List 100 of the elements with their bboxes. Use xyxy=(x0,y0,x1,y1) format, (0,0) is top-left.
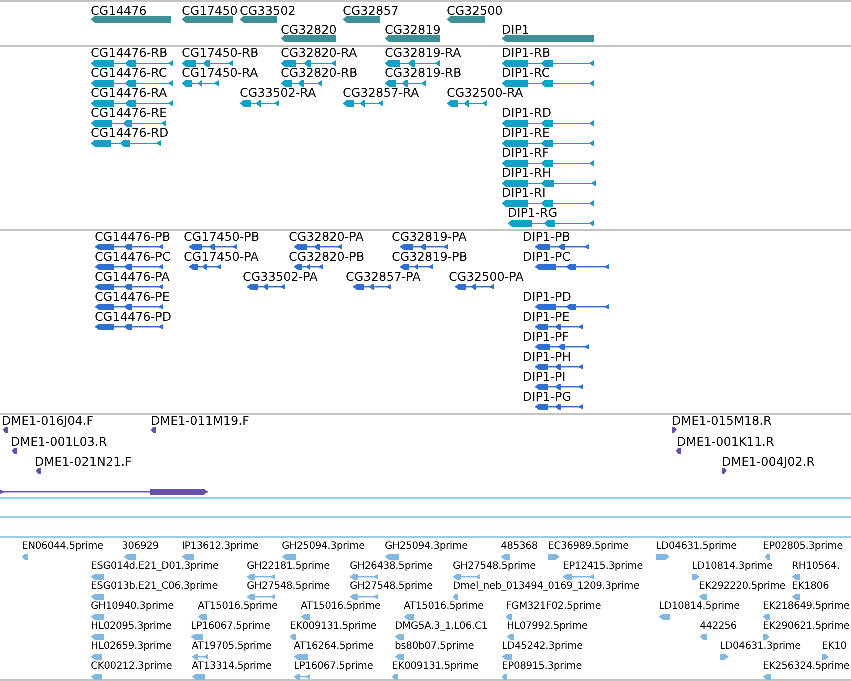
feature-label: CG14476-PB xyxy=(95,230,171,244)
feature-label: CG32500 xyxy=(447,4,503,18)
feature-label: 306929 xyxy=(122,541,159,553)
feature-label: HL02659.3prime xyxy=(91,641,172,653)
feature-label: EC36989.5prime xyxy=(548,541,629,553)
feature-label: HL07992.5prime xyxy=(507,621,588,633)
feature-label: LP16067.5prime xyxy=(191,621,270,633)
feature-label: CG17450-PA xyxy=(184,250,259,264)
feature-label: AT13314.5prime xyxy=(192,661,272,673)
feature-label: EK10 xyxy=(822,641,847,653)
feature-label: DIP1-PG xyxy=(523,390,572,404)
feature-label: DME1-016J04.F xyxy=(2,414,94,428)
feature-label: EK009131.5prime xyxy=(392,661,479,673)
feature-label: EP02805.3prime xyxy=(763,541,844,553)
feature-label: DIP1-RB xyxy=(502,46,551,60)
feature-label: CG32857-PA xyxy=(346,270,421,284)
feature-label: CG32819-RB xyxy=(385,66,462,80)
feature-label: CK00212.3prime xyxy=(91,661,172,673)
feature-label: AT16264.5prime xyxy=(294,641,374,653)
feature-label: DIP1-RD xyxy=(502,106,552,120)
feature-label: FGM321F02.5prime xyxy=(506,601,602,613)
feature-label: CG14476 xyxy=(91,4,147,18)
feature-label: CG32819-PA xyxy=(392,230,467,244)
feature-label: CG32819 xyxy=(385,23,441,37)
feature-label: AT15016.5prime xyxy=(198,601,278,613)
feature-label: DME1-011M19.F xyxy=(151,414,250,428)
feature-label: DME1-001L03.R xyxy=(11,434,108,448)
feature-label: DIP1-PD xyxy=(523,290,572,304)
feature-label: AT15016.5prime xyxy=(301,601,381,613)
feature-label: AT15016.5prime xyxy=(404,601,484,613)
feature-label: DME1-001K11.R xyxy=(677,434,774,448)
feature-label: CG32820-PA xyxy=(289,230,364,244)
feature-label: DIP1-RI xyxy=(502,186,546,200)
feature-label: CG32500-RA xyxy=(447,86,524,100)
feature-label: HL02095.3prime xyxy=(91,621,172,633)
feature-label: CG33502 xyxy=(240,4,296,18)
feature-label: CG32820-RB xyxy=(281,66,358,80)
feature-label: EK292220.5prime xyxy=(699,581,786,593)
feature-label: CG14476-PD xyxy=(95,310,172,324)
feature-label: DIP1 xyxy=(502,23,530,37)
feature-label: RH10564. xyxy=(792,561,840,573)
feature-label: CG14476-PA xyxy=(95,270,170,284)
feature-label: DIP1-RC xyxy=(502,66,550,80)
feature-label: CG14476-RE xyxy=(91,106,168,120)
feature-label: LD04631.5prime xyxy=(656,541,737,553)
feature-label: IP13612.3prime xyxy=(182,541,259,553)
feature-label: GH27548.5prime xyxy=(350,581,433,593)
feature-label: EK009131.5prime xyxy=(290,621,377,633)
feature-label: LD10814.3prime xyxy=(692,561,773,573)
feature-label: ESG013b.E21_C06.3prime xyxy=(91,581,218,593)
feature-label: CG32819-PB xyxy=(392,250,468,264)
feature-label: DIP1-RG xyxy=(508,206,558,220)
feature-label: EK256324.5prime xyxy=(763,661,850,673)
feature-label: CG14476-PC xyxy=(95,250,171,264)
feature-label: DIP1-RE xyxy=(502,126,550,140)
feature-label: CG33502-RA xyxy=(240,86,316,100)
feature-label: DIP1-PF xyxy=(523,330,570,344)
feature-label: CG32820-RA xyxy=(281,46,358,60)
feature-label: DIP1-RH xyxy=(502,166,552,180)
feature-label: EP12415.3prime xyxy=(563,561,644,573)
feature-label: DIP1-RF xyxy=(502,146,550,160)
feature-label: CG32820-PB xyxy=(289,250,365,264)
feature-label: AT19705.5prime xyxy=(192,641,272,653)
feature-label: CG17450-RB xyxy=(182,46,259,60)
feature-label: CG17450-PB xyxy=(184,230,260,244)
feature-label: DME1-004J02.R xyxy=(722,455,816,469)
feature-label: DIP1-PH xyxy=(523,350,572,364)
feature-label: CG14476-RA xyxy=(91,86,168,100)
feature-label: EK1806 xyxy=(792,581,830,593)
feature-label: CG14476-RD xyxy=(91,126,169,140)
feature-label: 442256 xyxy=(700,621,737,633)
feature-label: DIP1-PB xyxy=(523,230,570,244)
feature-label: DME1-015M18.R xyxy=(672,414,772,428)
feature-label: CG17450-RA xyxy=(182,66,258,80)
feature-label: CG17450 xyxy=(182,4,238,18)
feature-label: GH27548.5prime xyxy=(247,581,330,593)
feature-label: DIP1-PI xyxy=(523,370,566,384)
feature-label: EN06044.5prime xyxy=(22,541,104,553)
feature-label: EP08915.3prime xyxy=(502,661,582,673)
feature-label: Dmel_neb_013494_0169_1209.3prime xyxy=(453,581,640,593)
feature-label: 485368 xyxy=(501,541,538,553)
feature-label: CG32500-PA xyxy=(449,270,524,284)
feature-label: CG14476-PE xyxy=(95,290,170,304)
feature-label: GH10940.3prime xyxy=(91,601,174,613)
feature-label: EK218649.5prime xyxy=(763,601,850,613)
feature-label: EK290621.5prime xyxy=(763,621,850,633)
feature-label: CG32820 xyxy=(281,23,337,37)
feature-label: CG14476-RC xyxy=(91,66,168,80)
feature-label: DIP1-PE xyxy=(523,310,570,324)
feature-label: DME1-021N21.F xyxy=(35,455,132,469)
feature-label: CG32857-RA xyxy=(343,86,420,100)
feature-label: DIP1-PC xyxy=(523,250,571,264)
feature-label: GH25094.3prime xyxy=(385,541,468,553)
feature-label: GH25094.3prime xyxy=(282,541,365,553)
feature-label: DMG5A.3_1.L06.C1 xyxy=(395,621,488,633)
feature-label: LD10814.5prime xyxy=(659,601,740,613)
feature-label: GH27548.5prime xyxy=(453,561,536,573)
feature-label: ESG014d.E21_D01.3prime xyxy=(91,561,219,573)
feature-label: CG33502-PA xyxy=(243,270,318,284)
feature-label: LD04631.3prime xyxy=(720,641,801,653)
